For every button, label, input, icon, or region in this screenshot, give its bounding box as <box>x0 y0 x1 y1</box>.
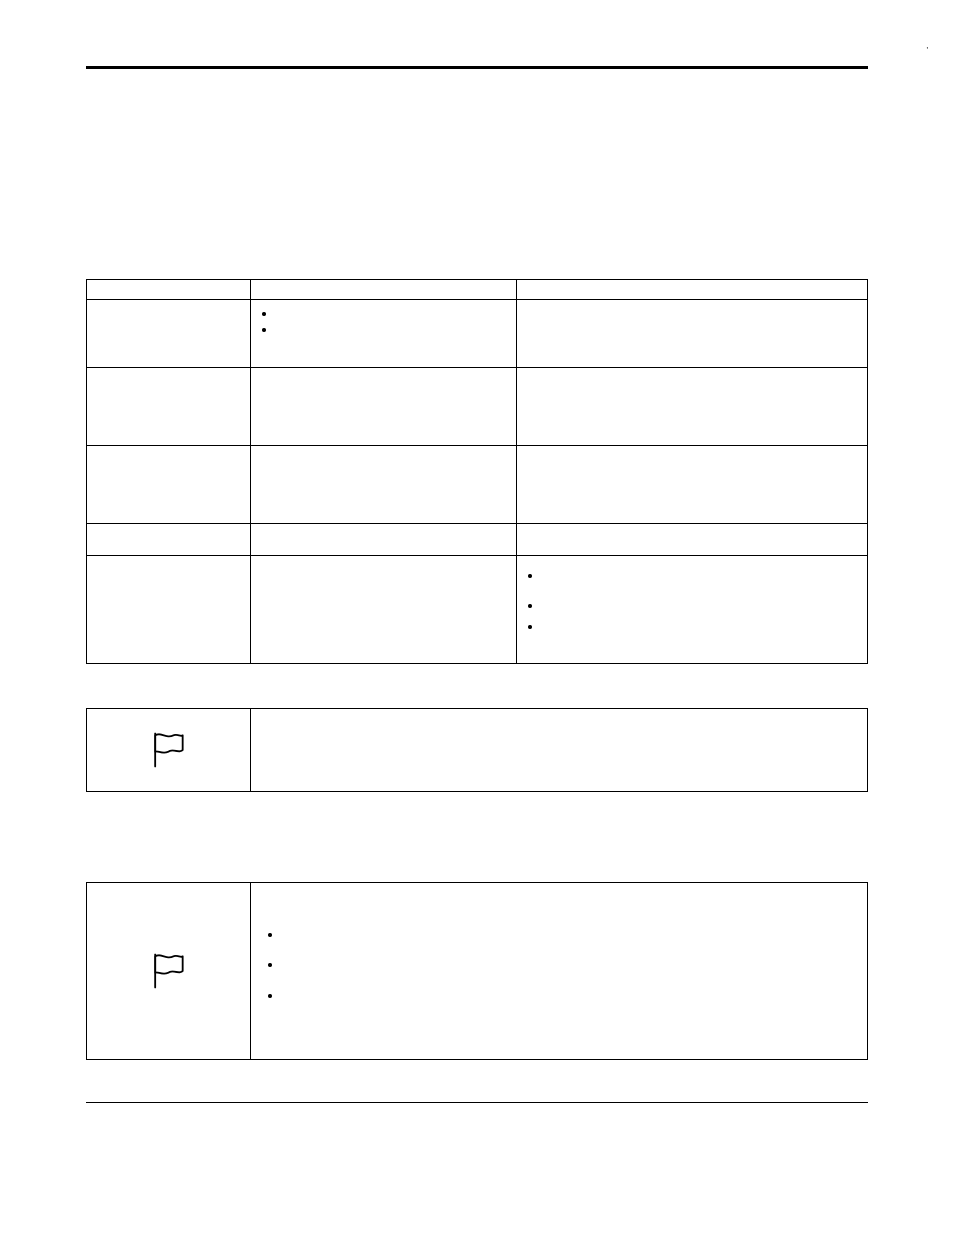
main-table <box>86 279 868 664</box>
table-cell <box>516 556 867 664</box>
callout-box <box>86 708 868 792</box>
page: ' <box>0 0 954 1235</box>
bullet-list <box>265 927 853 1004</box>
bullet-list <box>259 306 508 339</box>
table-cell <box>87 300 251 368</box>
callout-body <box>251 709 867 791</box>
flag-icon <box>146 949 190 993</box>
table-header-cell <box>516 280 867 300</box>
table-cell <box>516 524 867 556</box>
callout-body <box>251 883 867 1059</box>
table-header-cell <box>251 280 517 300</box>
bullet-item <box>277 322 508 338</box>
table-cell <box>516 446 867 524</box>
callout-lead-text <box>265 897 853 921</box>
bullet-item <box>277 306 508 322</box>
table-row <box>87 446 868 524</box>
table-cell <box>251 446 517 524</box>
table-row <box>87 300 868 368</box>
table-cell <box>87 556 251 664</box>
bullet-item <box>283 957 853 973</box>
bullet-item <box>283 988 853 1004</box>
table-cell <box>516 300 867 368</box>
table-cell <box>516 368 867 446</box>
table-cell <box>251 556 517 664</box>
bullet-item <box>543 568 859 584</box>
page-corner-mark: ' <box>926 46 928 55</box>
table-cell <box>251 368 517 446</box>
bullet-item <box>543 619 859 635</box>
table-cell <box>87 446 251 524</box>
table-row <box>87 368 868 446</box>
table-row <box>87 556 868 664</box>
table-cell <box>87 368 251 446</box>
callout-box <box>86 882 868 1060</box>
bullet-item <box>543 598 859 614</box>
header-rule <box>86 66 868 69</box>
table-cell <box>251 300 517 368</box>
table-cell <box>87 524 251 556</box>
footer-rule <box>86 1102 868 1103</box>
callout-icon-cell <box>87 709 251 791</box>
table-cell <box>251 524 517 556</box>
bullet-list <box>525 568 859 635</box>
table-row <box>87 524 868 556</box>
table-header-row <box>87 280 868 300</box>
table-header-cell <box>87 280 251 300</box>
callout-icon-cell <box>87 883 251 1059</box>
bullet-item <box>283 927 853 943</box>
flag-icon <box>146 728 190 772</box>
